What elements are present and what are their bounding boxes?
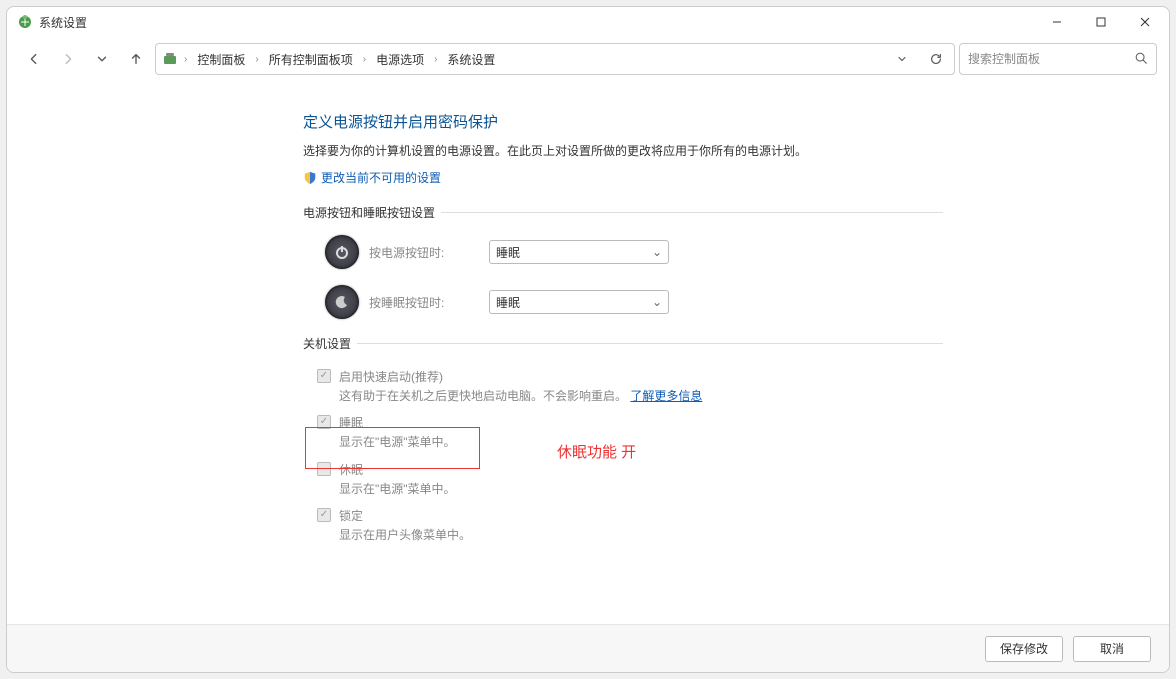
chevron-down-icon: ⌄ — [652, 295, 662, 309]
maximize-button[interactable] — [1079, 7, 1123, 37]
sleep-button-label: 按睡眠按钮时: — [369, 294, 479, 311]
lock-title: 锁定 — [339, 507, 471, 525]
address-dropdown-button[interactable] — [888, 45, 916, 73]
minimize-button[interactable] — [1035, 7, 1079, 37]
back-button[interactable] — [19, 44, 49, 74]
close-button[interactable] — [1123, 7, 1167, 37]
sleep-checkbox[interactable] — [317, 415, 331, 429]
breadcrumb-item[interactable]: 系统设置 — [443, 47, 499, 72]
sleep-button-value: 睡眠 — [496, 294, 520, 311]
search-box[interactable] — [959, 43, 1157, 75]
power-button-select[interactable]: 睡眠 ⌄ — [489, 240, 669, 264]
sleep-desc: 显示在"电源"菜单中。 — [339, 433, 456, 452]
forward-button[interactable] — [53, 44, 83, 74]
lock-option: 锁定 显示在用户头像菜单中。 — [317, 505, 943, 545]
fast-startup-title: 启用快速启动(推荐) — [339, 368, 702, 386]
shutdown-group-label: 关机设置 — [303, 335, 943, 352]
refresh-button[interactable] — [922, 45, 950, 73]
search-icon — [1134, 51, 1148, 68]
chevron-down-icon: ⌄ — [652, 245, 662, 259]
chevron-right-icon: › — [432, 54, 439, 65]
title-bar: 系统设置 — [7, 7, 1169, 37]
app-icon — [17, 14, 33, 30]
search-input[interactable] — [968, 52, 1134, 66]
toolbar: › 控制面板 › 所有控制面板项 › 电源选项 › 系统设置 — [7, 37, 1169, 81]
power-button-value: 睡眠 — [496, 244, 520, 261]
app-window: 系统设置 › 控制面板 › — [6, 6, 1170, 673]
breadcrumb-item[interactable]: 控制面板 — [193, 47, 249, 72]
moon-icon — [325, 285, 359, 319]
content-area: 定义电源按钮并启用密码保护 选择要为你的计算机设置的电源设置。在此页上对设置所做… — [7, 81, 1169, 672]
shield-icon — [303, 171, 317, 185]
learn-more-link[interactable]: 了解更多信息 — [630, 389, 702, 403]
lock-desc: 显示在用户头像菜单中。 — [339, 526, 471, 545]
breadcrumb-item[interactable]: 所有控制面板项 — [265, 47, 357, 72]
breadcrumb-item[interactable]: 电源选项 — [372, 47, 428, 72]
change-unavailable-label: 更改当前不可用的设置 — [321, 169, 441, 186]
sleep-button-select[interactable]: 睡眠 ⌄ — [489, 290, 669, 314]
power-button-row: 按电源按钮时: 睡眠 ⌄ — [325, 235, 943, 269]
save-button[interactable]: 保存修改 — [985, 636, 1063, 662]
hibernate-desc: 显示在"电源"菜单中。 — [339, 480, 456, 499]
lock-checkbox[interactable] — [317, 508, 331, 522]
page-subtext: 选择要为你的计算机设置的电源设置。在此页上对设置所做的更改将应用于你所有的电源计… — [303, 142, 943, 161]
change-unavailable-link[interactable]: 更改当前不可用的设置 — [303, 169, 441, 186]
fast-startup-option: 启用快速启动(推荐) 这有助于在关机之后更快地启动电脑。不会影响重启。 了解更多… — [317, 366, 943, 406]
power-button-label: 按电源按钮时: — [369, 244, 479, 261]
buttons-group-label: 电源按钮和睡眠按钮设置 — [303, 204, 943, 221]
chevron-right-icon: › — [182, 54, 189, 65]
annotation-text: 休眠功能 开 — [557, 441, 636, 462]
fast-startup-desc: 这有助于在关机之后更快地启动电脑。不会影响重启。 了解更多信息 — [339, 387, 702, 406]
sleep-button-row: 按睡眠按钮时: 睡眠 ⌄ — [325, 285, 943, 319]
bottom-bar: 保存修改 取消 — [7, 624, 1169, 672]
control-panel-icon — [162, 51, 178, 67]
main-panel: 定义电源按钮并启用密码保护 选择要为你的计算机设置的电源设置。在此页上对设置所做… — [303, 111, 943, 545]
page-heading: 定义电源按钮并启用密码保护 — [303, 111, 943, 132]
up-button[interactable] — [121, 44, 151, 74]
hibernate-title: 休眠 — [339, 461, 456, 479]
sleep-title: 睡眠 — [339, 414, 456, 432]
window-title: 系统设置 — [39, 14, 87, 31]
chevron-right-icon: › — [253, 54, 260, 65]
chevron-right-icon: › — [361, 54, 368, 65]
hibernate-option: 休眠 显示在"电源"菜单中。 — [317, 459, 943, 499]
recent-button[interactable] — [87, 44, 117, 74]
power-icon — [325, 235, 359, 269]
hibernate-checkbox[interactable] — [317, 462, 331, 476]
address-bar[interactable]: › 控制面板 › 所有控制面板项 › 电源选项 › 系统设置 — [155, 43, 955, 75]
cancel-button[interactable]: 取消 — [1073, 636, 1151, 662]
fast-startup-checkbox[interactable] — [317, 369, 331, 383]
